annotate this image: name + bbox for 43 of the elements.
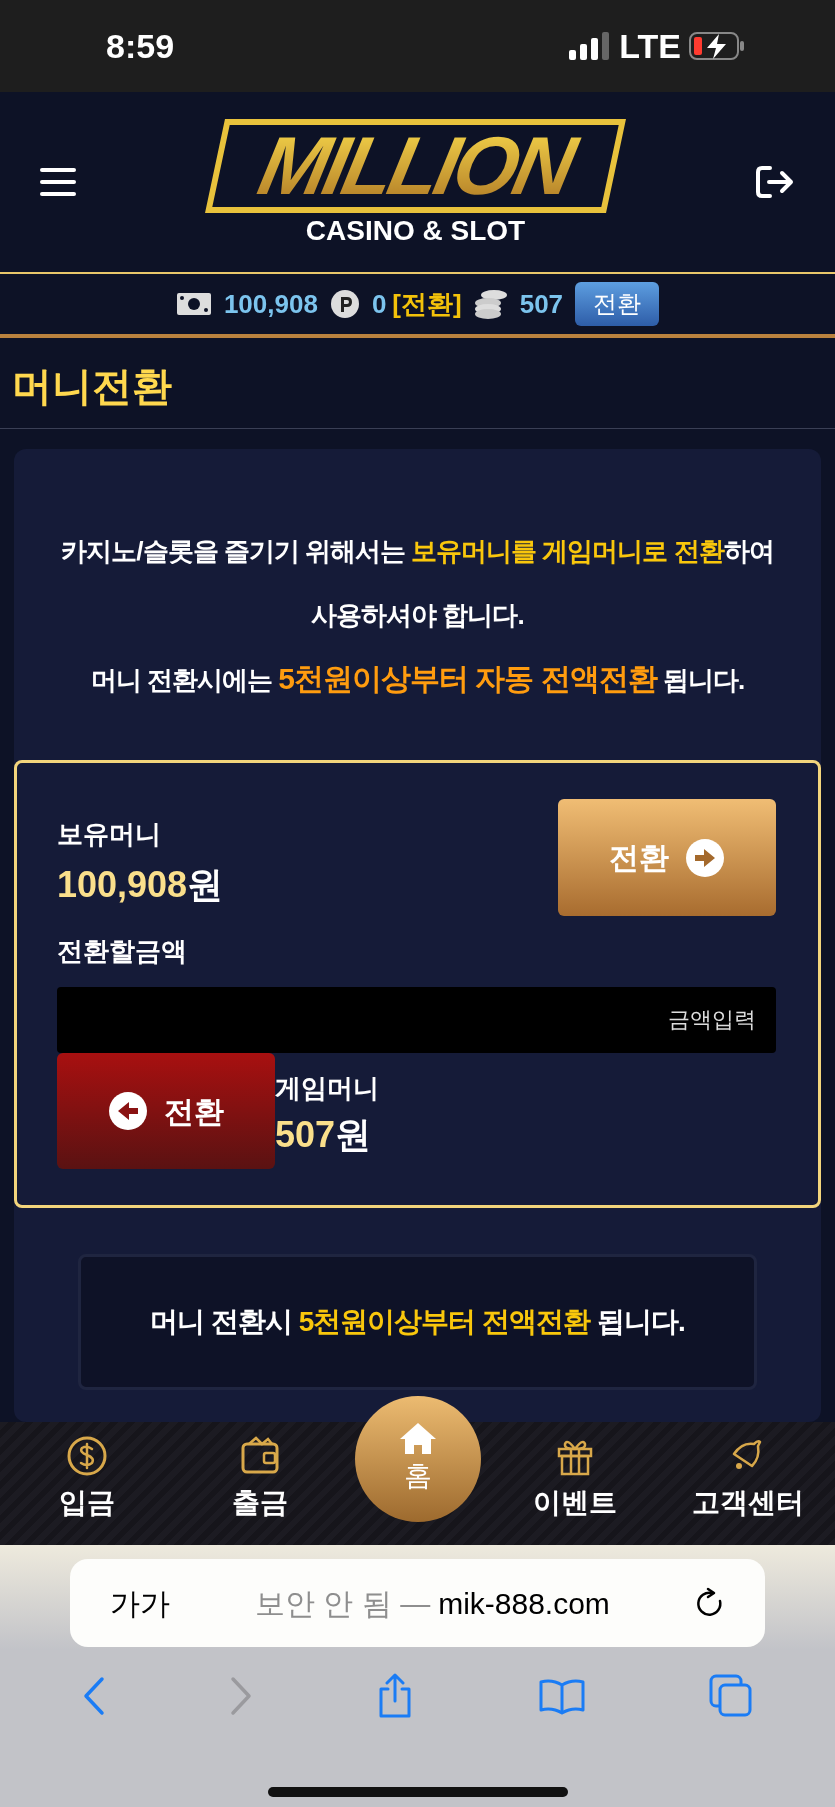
amount-label: 전환할금액 <box>57 935 188 968</box>
nav-item[interactable]: 고객센터 <box>661 1422 835 1545</box>
held-money-amount: 100,908원 <box>57 863 224 907</box>
notice-text: 카지노/슬롯을 즐기기 위해서는 보유머니를 게임머니로 전환하여 사용하셔야 합니다. <box>60 535 775 632</box>
point-icon <box>329 289 360 319</box>
amount-field[interactable]: 금액입력 <box>57 987 776 1053</box>
logo-subtitle: CASINO & SLOT <box>305 217 526 245</box>
tabs-icon[interactable] <box>709 1674 754 1718</box>
conversion-note: 머니 전환시 5천원이상부터 전액전환 됩니다. <box>78 1254 757 1390</box>
wallet-icon <box>239 1436 280 1476</box>
url-text[interactable]: mik-888.com <box>438 1580 610 1626</box>
coins-icon <box>473 289 508 319</box>
signal-icon <box>569 32 612 60</box>
page-title: 머니전환 <box>0 338 835 429</box>
back-icon[interactable] <box>81 1676 106 1716</box>
logo-title: MILLION <box>205 119 626 213</box>
reload-icon[interactable] <box>695 1587 725 1619</box>
bookmarks-icon[interactable] <box>537 1677 586 1715</box>
held-money-label: 보유머니 <box>57 818 162 851</box>
home-icon <box>398 1421 437 1455</box>
game-money-balance: 507 <box>519 287 564 321</box>
text-size-button[interactable]: 가가 <box>110 1580 170 1626</box>
game-money-amount: 507원 <box>275 1113 373 1157</box>
nav-item[interactable]: 이벤트 <box>488 1422 662 1545</box>
arrow-right-icon <box>685 837 725 878</box>
logout-icon[interactable] <box>755 165 795 199</box>
game-money-label: 게임머니 <box>275 1072 379 1105</box>
battery-icon <box>689 32 745 60</box>
convert-button[interactable]: 전환 <box>575 282 660 326</box>
dollar-coin-icon <box>66 1436 107 1476</box>
money-balance: 100,908 <box>223 287 318 321</box>
convert-to-held-button[interactable]: 전환 <box>57 1053 275 1169</box>
nav-item[interactable]: 출금 <box>173 1422 347 1545</box>
security-label: 보안 안 됨 — <box>255 1585 431 1622</box>
arrow-left-icon <box>108 1091 148 1131</box>
nav-item[interactable]: 입금 <box>0 1422 174 1545</box>
notice-text: 머니 전환시에는 5천원이상부터 자동 전액전환 됩니다. <box>89 661 746 697</box>
point-balance: 0 <box>371 287 387 321</box>
point-convert-link[interactable]: [전환] <box>392 284 462 324</box>
network-label: LTE <box>619 25 681 67</box>
menu-icon[interactable] <box>40 167 76 197</box>
status-time: 8:59 <box>106 25 175 67</box>
cash-icon <box>175 292 212 316</box>
